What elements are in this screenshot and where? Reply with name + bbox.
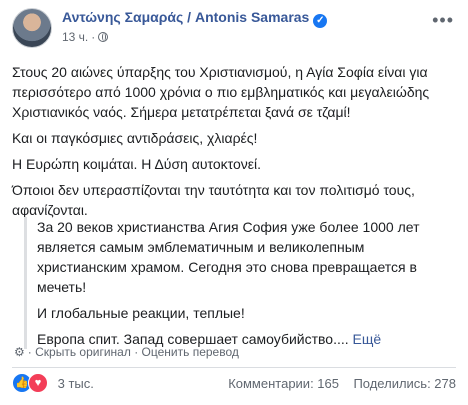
post-meta: 13 ч. · [62, 30, 109, 44]
see-more-link[interactable]: Ещё [353, 331, 382, 347]
verified-badge-icon: ✓ [313, 14, 328, 28]
love-reaction-icon[interactable]: ♥ [28, 373, 48, 393]
post-author[interactable]: Αντώνης Σαμαράς / Antonis Samaras ✓ [62, 9, 328, 28]
post-text-4: Όποιοι δεν υπερασπίζονται την ταυτότητα … [12, 182, 415, 218]
comments-count[interactable]: Комментарии: 165 [228, 376, 339, 391]
post-text-3: Η Ευρώπη κοιμάται. Η Δύση αυτοκτονεί. [12, 156, 262, 172]
translation-text-2: И глобальные реакции, теплые! [37, 305, 245, 321]
rate-translation-link[interactable]: Оценить перевод [142, 345, 239, 359]
hide-original-link[interactable]: Скрыть оригинал [35, 345, 131, 359]
post-footer: 👍 ♥ 3 тыс. Комментарии: 165 Поделились: 2… [12, 373, 456, 397]
translation-block: За 20 веков христианства Агия София уже … [24, 217, 457, 349]
translation-text-1: За 20 веков христианства Агия София уже … [37, 219, 420, 295]
post-time[interactable]: 13 ч. [62, 30, 88, 44]
translation-bar: ⚙ · Скрыть оригинал · Оценить перевод [14, 345, 239, 359]
post-stats: Комментарии: 165 Поделились: 278 [228, 376, 456, 391]
post-text-2: Και οι παγκόσμιες αντιδράσεις, χλιαρές! [12, 130, 258, 146]
author-name[interactable]: Αντώνης Σαμαράς / Antonis Samaras [62, 9, 309, 25]
gear-icon[interactable]: ⚙ [14, 345, 25, 359]
divider [12, 367, 456, 368]
shares-count[interactable]: Поделились: 278 [353, 376, 456, 391]
post-text-1: Στους 20 αιώνες ύπαρξης του Χριστιανισμο… [12, 64, 430, 120]
reactions-count[interactable]: 3 тыс. [58, 376, 94, 391]
more-options-icon[interactable]: ••• [432, 10, 454, 31]
globe-icon[interactable] [98, 32, 109, 42]
avatar[interactable] [12, 8, 52, 48]
